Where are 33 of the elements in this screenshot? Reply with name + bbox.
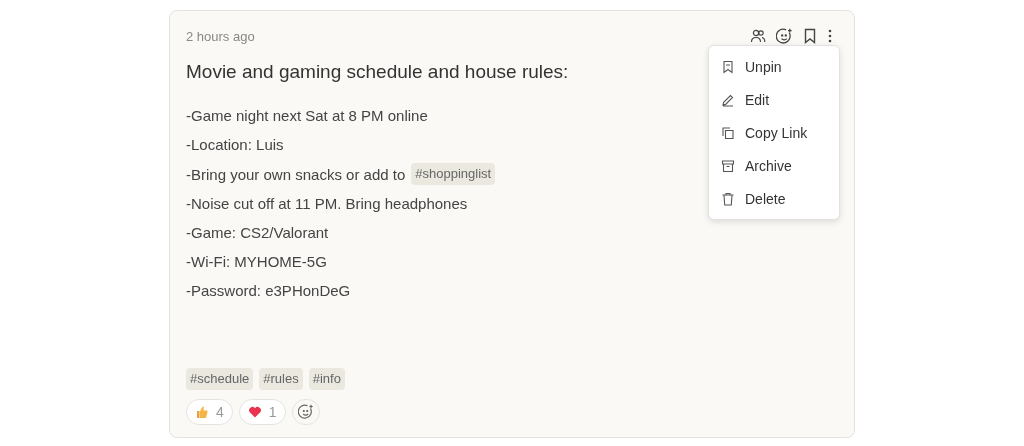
menu-item[interactable]: Copy Link (709, 116, 839, 149)
note-line: -Bring your own snacks or add to (186, 164, 406, 185)
menu-item[interactable]: Archive (709, 149, 839, 182)
reaction-button[interactable]: 1 (238, 399, 286, 425)
bookmark-icon (721, 59, 735, 74)
reaction-button[interactable]: 4 (186, 399, 233, 425)
menu-item[interactable]: Delete (709, 182, 839, 215)
note-line: -Game night next Sat at 8 PM online (186, 106, 428, 126)
add-reaction-button[interactable] (291, 399, 320, 425)
hashtag[interactable]: #schedule (186, 368, 254, 390)
menu-item[interactable]: Unpin (709, 50, 839, 83)
more-icon[interactable] (827, 28, 833, 44)
note-line: -Password: e3PHonDeG (186, 281, 351, 301)
smiley-icon (297, 404, 314, 420)
people-icon[interactable] (750, 28, 766, 44)
note-title: Movie and gaming schedule and house rules: (186, 61, 569, 83)
note-line: -Wi-Fi: MYHOME-5G (186, 252, 327, 272)
hashtag[interactable]: #info (308, 368, 345, 390)
timestamp: 2 hours ago (186, 28, 255, 44)
heart-icon (247, 405, 262, 419)
hashtag[interactable]: #rules (259, 368, 303, 390)
copy-icon (721, 125, 735, 140)
note-line: -Location: Luis (186, 135, 284, 155)
add-reaction-icon[interactable] (776, 27, 793, 45)
pencil-icon (721, 92, 735, 107)
note-line: -Noise cut off at 11 PM. Bring headphones (186, 194, 468, 214)
archive-icon (721, 158, 735, 173)
bookmark-icon[interactable] (803, 28, 817, 44)
hashtag[interactable]: #shoppinglist (411, 163, 496, 185)
trash-icon (721, 191, 735, 206)
thumbs-up-icon (195, 405, 209, 419)
note-line: -Game: CS2/Valorant (186, 223, 329, 243)
menu-item[interactable]: Edit (709, 83, 839, 116)
